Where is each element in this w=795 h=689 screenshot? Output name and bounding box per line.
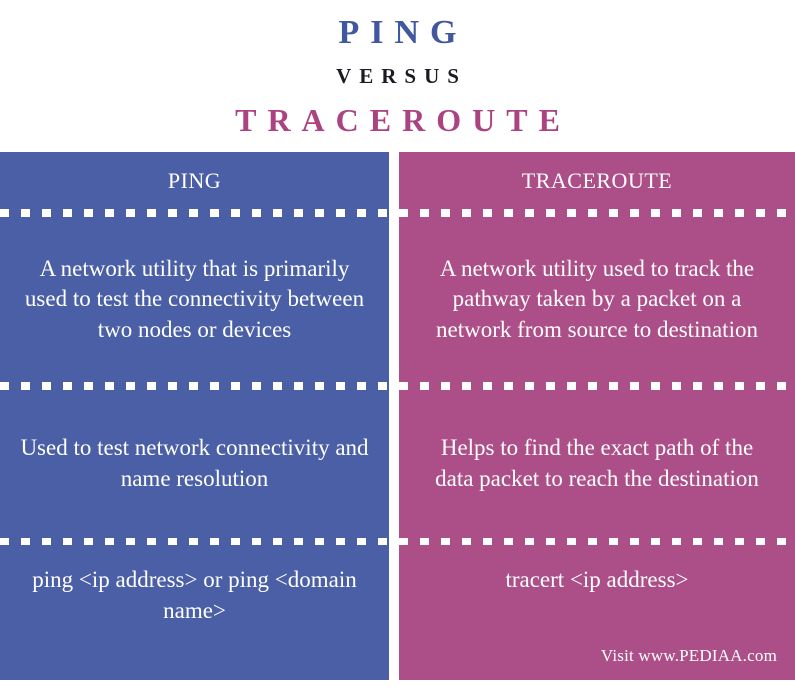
row-divider [0, 209, 389, 217]
row-divider [0, 382, 389, 390]
ping-cell-syntax-text: ping <ip address> or ping <domain name> [32, 567, 357, 623]
traceroute-cell-syntax-text: tracert <ip address> [505, 567, 689, 593]
site-credit: Visit www.PEDIAA.com [600, 646, 777, 665]
header-title-traceroute: TRACEROUTE [235, 102, 571, 138]
comparison-column-ping: PING A network utility that is primarily… [0, 152, 389, 680]
header-title-versus: VERSUS [336, 63, 467, 88]
column-header-traceroute: TRACEROUTE [399, 152, 795, 209]
row-divider [399, 209, 795, 217]
row-divider [0, 537, 389, 546]
column-gap-divider [389, 152, 399, 680]
traceroute-cell-purpose: Helps to find the exact path of the data… [399, 390, 795, 538]
traceroute-cell-definition-text: A network utility used to track the path… [436, 255, 758, 342]
comparison-table: PING A network utility that is primarily… [0, 152, 795, 681]
header-title-ping: PING [338, 14, 468, 51]
ping-cell-purpose-text: Used to test network connectivity and na… [20, 435, 369, 491]
column-header-traceroute-label: TRACEROUTE [521, 167, 673, 193]
ping-cell-definition: A network utility that is primarily used… [0, 217, 389, 382]
column-header-ping: PING [0, 152, 389, 209]
ping-cell-definition-text: A network utility that is primarily used… [24, 255, 365, 342]
traceroute-cell-purpose-text: Helps to find the exact path of the data… [435, 435, 759, 491]
bottom-margin [0, 681, 795, 689]
infographic-header: PING VERSUS TRACEROUTE [0, 0, 795, 152]
column-header-ping-label: PING [167, 167, 222, 193]
row-divider [399, 537, 795, 546]
traceroute-cell-definition: A network utility used to track the path… [399, 217, 795, 382]
row-divider [399, 382, 795, 390]
comparison-column-traceroute: TRACEROUTE A network utility used to tra… [399, 152, 795, 680]
ping-cell-syntax: ping <ip address> or ping <domain name> [0, 545, 389, 680]
ping-cell-purpose: Used to test network connectivity and na… [0, 390, 389, 538]
